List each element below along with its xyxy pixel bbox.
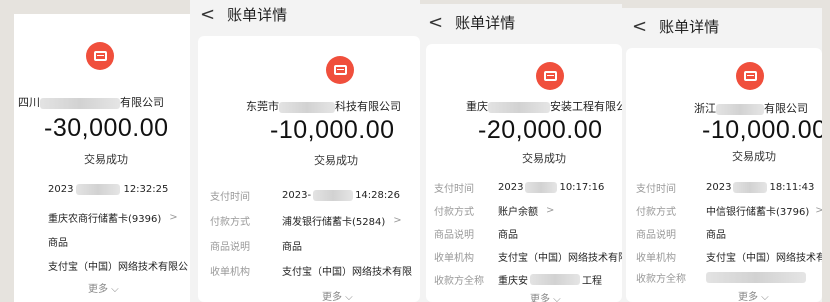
more-button[interactable]: 更多 ⌵	[530, 290, 561, 302]
collector-row: 收单机构支付宝（中国）网络技术有限公	[434, 253, 622, 264]
receipt-panel-3: < 账单详情 重庆 安装工程有限公 -20,000.00 交易成功 支付时间 202…	[420, 4, 622, 302]
collector-row: 收单机构支付宝（中国）网络技术有限公	[636, 253, 822, 264]
pay-method-row[interactable]: 付款方式 中信银行储蓄卡(3796) >	[636, 203, 822, 218]
top-bar: < 账单详情	[622, 8, 822, 44]
page-title: 账单详情	[455, 13, 516, 32]
top-bar: < 账单详情	[420, 4, 622, 40]
more-button[interactable]: 更多 ⌵	[88, 280, 119, 295]
merchant-logo-icon	[736, 62, 764, 90]
pay-time-row: 支付时间 2023- 14:28:26	[210, 190, 400, 203]
merchant-name: 浙江 有限公司	[694, 102, 808, 115]
transaction-amount: -20,000.00	[478, 116, 603, 144]
page-title: 账单详情	[227, 5, 288, 24]
pay-method-row[interactable]: 付款方式 浦发银行储蓄卡(5284) >	[210, 213, 402, 228]
product-desc-row: 商品说明 商品	[434, 230, 518, 241]
pay-method-row[interactable]: 付款方式 账户余额 >	[434, 203, 554, 218]
top-bar: < 账单详情	[190, 0, 420, 28]
more-button[interactable]: 更多 ⌵	[738, 288, 769, 302]
transaction-amount: -30,000.00	[44, 114, 169, 142]
chevron-right-icon: >	[546, 205, 555, 216]
transaction-amount: -10,000.00	[270, 116, 395, 144]
merchant-logo-icon	[536, 62, 564, 90]
collector-row: 收单机构 支付宝（中国）网络技术有限	[210, 267, 412, 278]
pay-time-row: 支付时间 2023 10:17:16	[434, 182, 605, 195]
transaction-status: 交易成功	[314, 154, 358, 167]
back-arrow-icon[interactable]: <	[428, 12, 443, 33]
receipt-panel-1: 四川 有限公司 -30,000.00 交易成功 2023 12:32:25 重庆农商…	[14, 14, 190, 302]
merchant-name: 四川 有限公司	[18, 96, 164, 109]
page-title: 账单详情	[659, 17, 720, 36]
product-desc-row: 商品说明 商品	[636, 230, 726, 241]
collector-row: 支付宝（中国）网络技术有限公	[48, 262, 188, 273]
receipt-card: 东莞市 科技有限公司 -10,000.00 交易成功 支付时间 2023- 14:28…	[198, 36, 420, 302]
transaction-status: 交易成功	[84, 153, 128, 166]
transaction-status: 交易成功	[732, 150, 776, 163]
back-arrow-icon[interactable]: <	[200, 4, 215, 25]
product-desc-row: 商品说明 商品	[210, 242, 302, 253]
product-row: 商品	[48, 238, 68, 249]
transaction-status: 交易成功	[522, 152, 566, 165]
merchant-logo-icon	[326, 56, 354, 84]
chevron-right-icon: >	[393, 215, 402, 226]
merchant-name: 重庆 安装工程有限公	[466, 100, 622, 113]
pay-method-row[interactable]: 重庆农商行储蓄卡(9396) >	[48, 210, 178, 225]
back-arrow-icon[interactable]: <	[632, 16, 647, 37]
receipt-card: 浙江 有限公司 -10,000.00 交易成功 支付时间 2023 18:11:43 …	[626, 48, 822, 302]
receipt-panel-2: < 账单详情 东莞市 科技有限公司 -10,000.00 交易成功 支付时间 202…	[190, 0, 420, 302]
merchant-name: 东莞市 科技有限公司	[246, 100, 401, 113]
chevron-right-icon: >	[169, 212, 178, 223]
pay-time-row: 2023 12:32:25	[48, 184, 169, 195]
payee-name-row: 收款方全称 重庆安 工程	[434, 274, 602, 287]
transaction-amount: -10,000.00	[702, 116, 822, 144]
payee-name-row: 收款方全称	[636, 270, 806, 285]
chevron-right-icon: >	[815, 205, 822, 216]
receipt-panel-4: < 账单详情 浙江 有限公司 -10,000.00 交易成功 支付时间 2023 18…	[622, 8, 822, 302]
pay-time-row: 支付时间 2023 18:11:43	[636, 182, 815, 195]
receipt-card: 重庆 安装工程有限公 -20,000.00 交易成功 支付时间 2023 10:17:…	[426, 44, 622, 302]
more-button[interactable]: 更多 ⌵	[322, 288, 353, 302]
merchant-logo-icon	[86, 42, 114, 70]
